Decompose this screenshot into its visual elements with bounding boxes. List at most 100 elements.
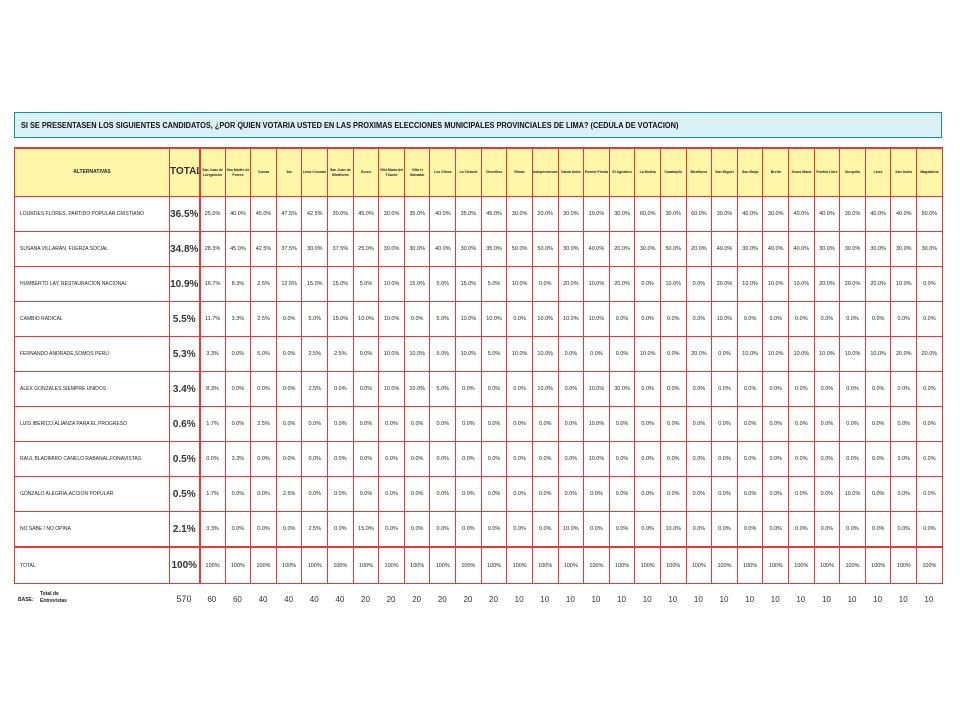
cell-value: 16.7%	[198, 266, 226, 302]
base-value: 10	[617, 595, 626, 604]
cell-value: 100%	[762, 546, 790, 584]
cell-value: 10.0%	[531, 336, 559, 372]
cell-value: 0.0%	[403, 476, 431, 512]
table-row: RAUL BLADIMIRO CANELO RABANAL,FONAVISTAS…	[14, 441, 943, 477]
cell-value: 0.0%	[275, 336, 303, 372]
table-row: CAMBIO RADICAL 5.5% 11.7% 3.3% 2.5% 0.0% 5.0% 1…	[14, 301, 943, 337]
header-district: Miraflores	[685, 147, 713, 197]
cell-value: 0.0%	[762, 406, 790, 442]
row-label: SUSANA VILLARAN, FUERZA SOCIAL	[14, 231, 170, 267]
cell-value: 0.0%	[659, 406, 687, 442]
table-row: LUIS IBERICO,ALIANZA PARA EL PROGRESO 0.6…	[14, 406, 943, 442]
cell-value: 40.0%	[224, 196, 252, 232]
cell-value: 100%	[736, 546, 764, 584]
base-value: 20	[361, 595, 370, 604]
cell-value: 100%	[890, 546, 918, 584]
header-district: San Juan de Miraflores	[327, 147, 354, 197]
row-label: FERNANDO ANDRADE,SOMOS PERU	[14, 336, 170, 372]
table-row: HUMBERTO LAY, RESTAURACION NACIONAL 10.9%…	[14, 266, 943, 302]
row-label: TOTAL	[14, 546, 170, 584]
table-title: SI SE PRESENTASEN LOS SIGUIENTES CANDIDA…	[21, 120, 679, 130]
cell-value: 0.0%	[762, 476, 790, 512]
cell-value: 0.0%	[685, 511, 713, 548]
cell-value: 100%	[301, 546, 329, 584]
cell-value: 20.0%	[685, 336, 713, 372]
cell-value: 12.5%	[275, 266, 303, 302]
cell-value: 10.0%	[762, 266, 790, 302]
cell-value: 60.0%	[685, 196, 713, 232]
cell-value: 15.0%	[352, 511, 380, 548]
cell-value: 10.0%	[813, 336, 841, 372]
cell-value: 0.0%	[916, 371, 943, 407]
cell-value: 2.5%	[275, 476, 303, 512]
cell-value: 40.0%	[711, 231, 738, 267]
cell-value: 0.0%	[327, 441, 354, 477]
cell-value: 0.0%	[583, 511, 610, 548]
cell-value: 0.0%	[429, 476, 457, 512]
cell-value: 0.0%	[736, 441, 764, 477]
cell-value: 0.0%	[813, 511, 841, 548]
table-row: FERNANDO ANDRADE,SOMOS PERU 5.3% 3.3% 0.0% 5…	[14, 336, 943, 372]
base-value: 10	[668, 595, 678, 604]
cell-value: 0.0%	[711, 406, 738, 442]
cell-value: 35.0%	[455, 196, 482, 232]
row-label: NO SABE / NO OPINA	[14, 511, 170, 548]
cell-value: 0.0%	[224, 476, 252, 512]
cell-value: 0.0%	[788, 371, 815, 407]
header-district: Pueblo Libre	[813, 147, 841, 197]
cell-value: 30.0%	[711, 196, 738, 232]
cell-value: 0.0%	[378, 511, 405, 548]
cell-value: 0.0%	[839, 511, 866, 548]
header-total: TOTAL	[169, 147, 200, 197]
cell-value: 10.0%	[557, 301, 585, 337]
cell-value: 0.0%	[480, 511, 508, 548]
cell-value: 100%	[455, 546, 482, 584]
cell-value: 28.3%	[198, 231, 226, 267]
cell-value: 10.0%	[378, 336, 405, 372]
base-value: 10	[873, 595, 883, 604]
base-value: 40	[258, 595, 268, 604]
base-value: 10	[540, 595, 550, 604]
cell-value: 3.3%	[198, 511, 226, 548]
base-value: 10	[821, 595, 831, 604]
cell-value: 10.0%	[455, 336, 482, 372]
cell-value: 10.0%	[890, 266, 918, 302]
cell-value: 0.0%	[890, 406, 918, 442]
cell-value: 30.0%	[301, 231, 329, 267]
cell-value: 30.0%	[327, 196, 354, 232]
cell-value: 0.0%	[634, 301, 661, 337]
cell-value: 0.0%	[352, 371, 380, 407]
cell-value: 0.0%	[352, 476, 380, 512]
cell-value: 100%	[608, 546, 636, 584]
cell-value: 5.0%	[429, 266, 457, 302]
row-total: 34.8%	[169, 231, 200, 267]
cell-value: 0.0%	[506, 511, 533, 548]
cell-value: 10.0%	[480, 301, 508, 337]
cell-value: 47.5%	[275, 196, 303, 232]
cell-value: 0.0%	[455, 476, 482, 512]
cell-value: 5.0%	[480, 336, 508, 372]
cell-value: 30.0%	[557, 196, 585, 232]
cell-value: 20.0%	[916, 336, 943, 372]
cell-value: 0.0%	[685, 266, 713, 302]
cell-value: 100%	[198, 546, 226, 584]
header-district: Lince	[864, 147, 892, 197]
cell-value: 35.0%	[403, 196, 431, 232]
cell-value: 0.0%	[403, 441, 431, 477]
cell-value: 3.3%	[198, 336, 226, 372]
header-district: Rimac	[506, 147, 533, 197]
cell-value: 0.0%	[890, 371, 918, 407]
cell-value: 8.3%	[224, 266, 252, 302]
cell-value: 100%	[685, 546, 713, 584]
cell-value: 10.0%	[531, 301, 559, 337]
cell-value: 10.0%	[788, 266, 815, 302]
row-label: GONZALO ALEGRIA,ACCION POPULAR	[14, 476, 170, 512]
cell-value: 2.5%	[327, 336, 354, 372]
cell-value: 0.0%	[813, 301, 841, 337]
cell-value: 10.0%	[736, 266, 764, 302]
cell-value: 0.0%	[352, 441, 380, 477]
cell-value: 0.0%	[916, 511, 943, 548]
cell-value: 40.0%	[788, 196, 815, 232]
cell-value: 100%	[378, 546, 405, 584]
cell-value: 0.0%	[608, 441, 636, 477]
